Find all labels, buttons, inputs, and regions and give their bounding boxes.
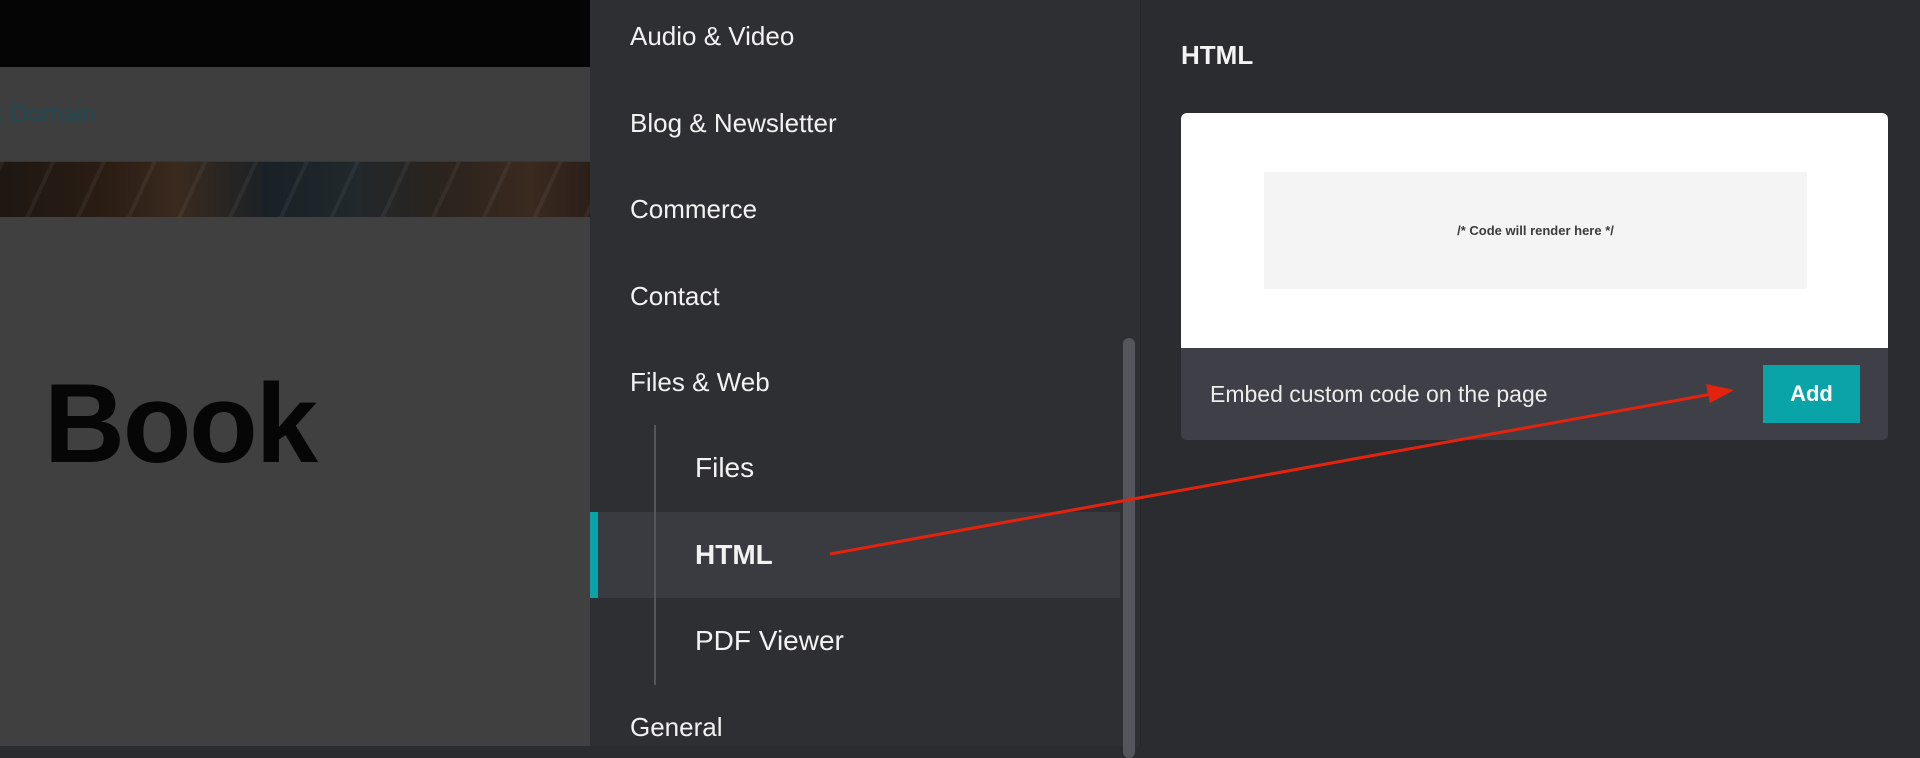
panel-divider [1140, 0, 1141, 746]
site-hero-image [0, 162, 590, 217]
category-general[interactable]: General [630, 712, 723, 742]
code-preview-text: /* Code will render here */ [1457, 223, 1614, 238]
card-footer: Embed custom code on the page Add [1181, 348, 1888, 440]
category-audio-video[interactable]: Audio & Video [630, 21, 794, 51]
site-heading: Book [44, 361, 318, 486]
card-preview: /* Code will render here */ [1181, 113, 1888, 348]
subcategory-pdf-viewer[interactable]: PDF Viewer [695, 625, 844, 657]
card-description: Embed custom code on the page [1210, 381, 1548, 407]
subcategory-active-highlight [590, 512, 1120, 598]
scrollbar-thumb[interactable] [1123, 338, 1135, 758]
category-files-web[interactable]: Files & Web [630, 367, 770, 397]
subcategory-html[interactable]: HTML [695, 539, 773, 571]
code-preview-box: /* Code will render here */ [1264, 172, 1807, 289]
section-category-panel: Audio & Video Blog & Newsletter Commerce… [590, 0, 1140, 758]
category-commerce[interactable]: Commerce [630, 194, 757, 224]
html-section-card[interactable]: /* Code will render here */ Embed custom… [1181, 113, 1888, 440]
site-preview: t Domain Book [0, 0, 590, 746]
category-contact[interactable]: Contact [630, 281, 720, 311]
add-button[interactable]: Add [1763, 365, 1860, 423]
category-blog-newsletter[interactable]: Blog & Newsletter [630, 108, 837, 138]
active-indicator [590, 512, 598, 598]
site-nav: t Domain [0, 67, 590, 162]
detail-title: HTML [1181, 40, 1254, 70]
site-nav-link: t Domain [0, 100, 97, 128]
subcategory-files[interactable]: Files [695, 452, 754, 484]
site-topbar [0, 0, 590, 67]
subcategory-guide-line [654, 425, 656, 685]
